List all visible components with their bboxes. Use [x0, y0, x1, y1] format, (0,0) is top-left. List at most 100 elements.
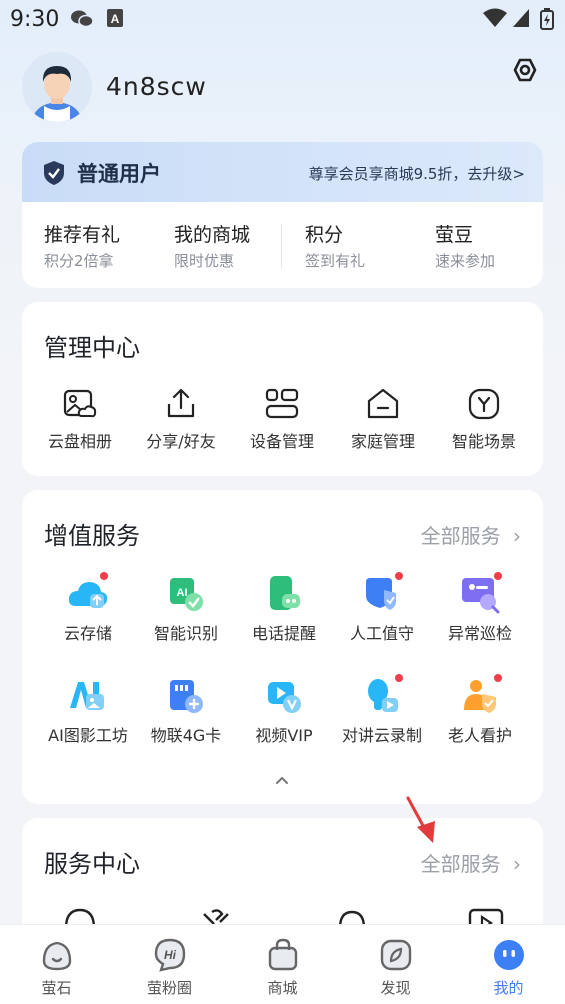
shield-check-icon — [44, 161, 64, 185]
tab-me[interactable]: 我的 — [452, 925, 565, 1004]
tab-label: 我的 — [493, 979, 524, 997]
mini-sub: 速来参加 — [435, 252, 496, 270]
wifi-icon — [483, 8, 507, 27]
tab-shop[interactable]: 商城 — [226, 925, 339, 1004]
share-icon — [167, 388, 195, 418]
battery-icon — [540, 8, 554, 30]
tab-discover[interactable]: 发现 — [339, 925, 452, 1004]
inspection-icon — [462, 578, 500, 614]
mgmt-item-scene[interactable]: 智能场景 — [434, 386, 534, 452]
red-dot-badge — [494, 674, 502, 682]
service-elder-care[interactable]: 老人看护 — [430, 676, 530, 746]
upgrade-link[interactable]: 尊享会员享商城9.5折，去升级> — [309, 163, 525, 184]
red-dot-badge — [494, 572, 502, 580]
service-label: 电话提醒 — [251, 624, 316, 643]
svg-text:AI: AI — [177, 587, 188, 599]
ying-beans[interactable]: 萤豆 速来参加 — [435, 220, 495, 271]
mini-title: 推荐有礼 — [44, 224, 121, 246]
tab-label: 萤石 — [41, 979, 72, 997]
guard-icon — [366, 578, 396, 610]
service-intercom-record[interactable]: 对讲云录制 — [330, 676, 434, 746]
settings-icon[interactable] — [505, 50, 545, 90]
sim-card-icon — [170, 680, 203, 713]
value-services-card: 增值服务 全部服务 › 云存储 AI 智能识别 电话提醒 人工值守 异常巡检 A… — [22, 490, 543, 804]
username[interactable]: 4n8scw — [106, 72, 207, 101]
service-ai-recognition[interactable]: AI 智能识别 — [136, 574, 236, 644]
my-mall[interactable]: 我的商城 限时优惠 — [174, 220, 250, 271]
signal-icon — [513, 9, 529, 27]
service-sim-card[interactable]: 物联4G卡 — [136, 676, 236, 746]
ezviz-icon — [42, 941, 72, 971]
service-label: 对讲云录制 — [341, 726, 422, 745]
divider — [281, 224, 282, 268]
mgmt-label: 分享/好友 — [146, 432, 216, 451]
red-arrow-annotation — [406, 796, 435, 843]
service-ai-studio[interactable]: AI图影工坊 — [34, 676, 142, 746]
home-icon — [367, 388, 399, 419]
service-inspection[interactable]: 异常巡检 — [430, 574, 530, 644]
service-video-vip[interactable]: 视频VIP — [234, 676, 334, 746]
mgmt-item-share[interactable]: 分享/好友 — [131, 386, 231, 452]
management-center-card: 管理中心 云盘相册 分享/好友 设备管理 家庭管理 智能场景 — [22, 302, 543, 476]
collapse-chevron-up-icon[interactable] — [274, 774, 290, 786]
mgmt-label: 家庭管理 — [350, 432, 415, 451]
mini-sub: 限时优惠 — [174, 252, 235, 270]
service-label: 物联4G卡 — [150, 726, 222, 745]
red-dot-badge — [100, 572, 108, 580]
chevron-right-icon: › — [513, 524, 521, 548]
chevron-right-icon: › — [513, 852, 521, 876]
elder-care-icon — [464, 680, 496, 713]
red-dot-badge — [395, 572, 403, 580]
notification-a-icon: A — [107, 9, 123, 27]
mini-sub: 积分2倍拿 — [44, 252, 114, 270]
mgmt-item-album[interactable]: 云盘相册 — [30, 386, 130, 452]
member-header[interactable]: 普通用户 尊享会员享商城9.5折，去升级> — [22, 142, 543, 202]
section-title: 服务中心 — [44, 850, 140, 878]
mgmt-label: 设备管理 — [249, 432, 314, 451]
all-services-link[interactable]: 全部服务 › — [421, 520, 521, 549]
service-guard[interactable]: 人工值守 — [332, 574, 432, 644]
intercom-record-icon — [368, 679, 398, 712]
mgmt-item-home[interactable]: 家庭管理 — [333, 386, 433, 452]
all-services-label: 全部服务 — [420, 524, 501, 548]
service-label: AI图影工坊 — [48, 726, 128, 745]
ai-recognition-icon: AI — [170, 578, 203, 611]
tab-ezviz[interactable]: 萤石 — [0, 925, 113, 1004]
section-title: 管理中心 — [44, 334, 140, 362]
shop-bag-icon — [268, 938, 298, 971]
section-title: 增值服务 — [44, 522, 140, 550]
mgmt-item-device[interactable]: 设备管理 — [232, 386, 332, 452]
cloud-storage-icon — [68, 582, 108, 608]
red-dot-badge — [395, 674, 403, 682]
tab-label: 萤粉圈 — [146, 979, 192, 997]
device-icon — [265, 388, 299, 419]
avatar[interactable] — [22, 52, 92, 122]
discover-icon — [380, 939, 412, 971]
tab-label: 商城 — [267, 979, 298, 997]
all-services-label: 全部服务 — [420, 852, 501, 876]
ai-studio-icon — [70, 682, 104, 710]
service-phone-alert[interactable]: 电话提醒 — [234, 574, 334, 644]
all-services-link[interactable]: 全部服务 › — [421, 848, 521, 877]
mini-title: 积分 — [305, 224, 344, 246]
service-label: 视频VIP — [255, 726, 313, 745]
svg-text:A: A — [111, 12, 120, 26]
service-label: 人工值守 — [349, 624, 414, 643]
hi-icon: Hi — [154, 938, 186, 972]
member-level: 普通用户 — [77, 162, 161, 186]
scene-icon — [468, 388, 500, 420]
mgmt-label: 智能场景 — [451, 432, 516, 451]
recommend-gift[interactable]: 推荐有礼积分2倍拿 — [44, 220, 120, 271]
service-label: 智能识别 — [153, 624, 218, 643]
mini-title: 萤豆 — [435, 224, 474, 246]
mini-sub: 签到有礼 — [305, 252, 366, 270]
wechat-icon — [71, 10, 94, 28]
service-label: 老人看护 — [447, 726, 512, 745]
service-cloud-storage[interactable]: 云存储 — [38, 574, 138, 644]
mgmt-label: 云盘相册 — [47, 432, 112, 451]
points[interactable]: 积分 签到有礼 — [305, 220, 365, 271]
album-icon — [63, 389, 97, 418]
mini-title: 我的商城 — [174, 224, 251, 246]
status-bar: 9:30 A — [0, 0, 565, 40]
tab-fans[interactable]: Hi 萤粉圈 — [113, 925, 226, 1004]
